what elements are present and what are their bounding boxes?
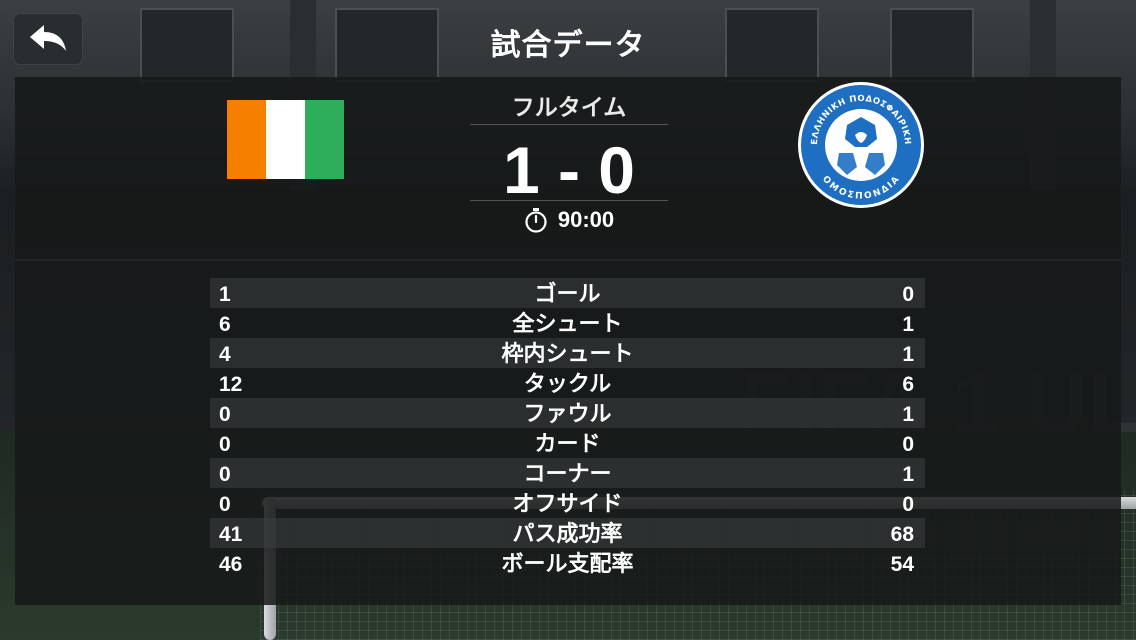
flag-stripe-green: [305, 100, 344, 179]
match-period: フルタイム: [511, 95, 627, 121]
stat-label: パス成功率: [512, 522, 623, 547]
stat-row: ゴール 1 0: [210, 278, 925, 308]
away-stat-value: 0: [902, 433, 914, 456]
stat-label: コーナー: [523, 462, 612, 487]
away-stat-value: 1: [902, 343, 914, 366]
stat-row: パス成功率 41 68: [210, 518, 925, 548]
stat-label: 枠内シュート: [501, 342, 634, 367]
stat-label: ゴール: [534, 282, 601, 307]
score-divider-bottom: [470, 200, 668, 201]
panel-divider: [15, 259, 1121, 261]
stat-label: ファウル: [523, 402, 612, 427]
stat-label: カード: [534, 432, 601, 457]
away-stat-value: 0: [902, 283, 914, 306]
home-stat-value: 46: [219, 553, 243, 576]
home-stat-value: 0: [219, 493, 231, 516]
away-team-crest: ΕΛΛΗΝΙΚΗ ΠΟΔΟΣΦΑΙΡΙΚΗ ΟΜΟΣΠΟΝΔΙΑ: [797, 81, 925, 209]
away-stat-value: 6: [902, 373, 914, 396]
flag-stripe-orange: [227, 100, 266, 179]
home-stat-value: 0: [219, 403, 231, 426]
match-score: 1 - 0: [502, 133, 636, 207]
stat-row: 全シュート 6 1: [210, 308, 925, 338]
away-stat-value: 54: [890, 553, 914, 576]
match-clock: 90:00: [470, 207, 668, 233]
home-stat-value: 0: [219, 463, 231, 486]
stat-row: 枠内シュート 4 1: [210, 338, 925, 368]
home-stat-value: 0: [219, 433, 231, 456]
home-stat-value: 1: [219, 283, 231, 306]
home-stat-value: 41: [219, 523, 243, 546]
away-stat-value: 0: [902, 493, 914, 516]
stat-label: タックル: [523, 372, 612, 397]
away-stat-value: 1: [902, 313, 914, 336]
stat-label: ボール支配率: [501, 552, 634, 577]
match-time: 90:00: [557, 207, 615, 232]
away-stat-value: 1: [902, 463, 914, 486]
stat-row: オフサイド 0 0: [210, 488, 925, 518]
stats-table: ゴール 1 0 全シュート 6 1 枠内シュート 4 1 タックル 12 6 ファウル 0 1 カード 0 0 コー…: [210, 278, 925, 578]
stat-label: オフサイド: [512, 492, 623, 517]
score-divider-top: [470, 124, 668, 125]
flag-stripe-white: [266, 100, 305, 179]
home-team-flag: [227, 100, 344, 179]
away-stat-value: 1: [902, 403, 914, 426]
stat-row: ファウル 0 1: [210, 398, 925, 428]
away-stat-value: 68: [890, 523, 914, 546]
home-stat-value: 12: [219, 373, 243, 396]
stopwatch-icon: [525, 208, 547, 233]
home-stat-value: 4: [219, 343, 231, 366]
stat-label: 全シュート: [512, 312, 623, 337]
page-title: 試合データ: [490, 28, 646, 63]
stat-row: タックル 12 6: [210, 368, 925, 398]
stat-row: ボール支配率 46 54: [210, 548, 925, 578]
stat-row: コーナー 0 1: [210, 458, 925, 488]
stat-row: カード 0 0: [210, 428, 925, 458]
home-stat-value: 6: [219, 313, 231, 336]
